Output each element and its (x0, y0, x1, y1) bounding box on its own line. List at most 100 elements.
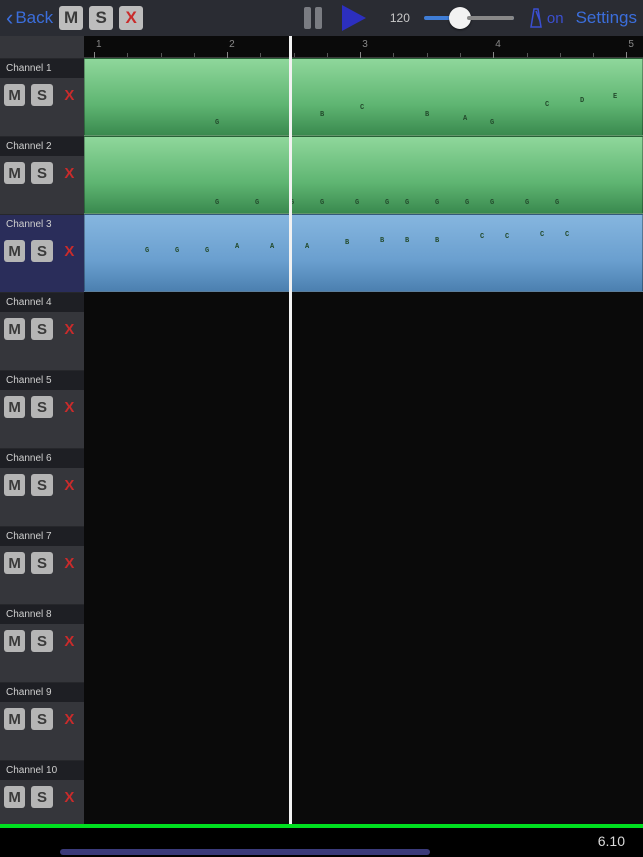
channel-label: Channel 9 (0, 683, 84, 702)
global-solo-button[interactable]: S (89, 6, 113, 30)
note: G (215, 199, 219, 207)
note: B (380, 237, 384, 245)
channel-1[interactable]: Channel 1 MSX (0, 58, 84, 136)
channel-mute-button[interactable]: M (4, 318, 25, 340)
channel-mute-button[interactable]: M (4, 396, 25, 418)
channel-mute-button[interactable]: M (4, 708, 25, 730)
channel-mute-button[interactable]: M (4, 162, 25, 184)
clip[interactable]: GBCBAGCDE (84, 58, 643, 136)
note: G (555, 199, 559, 207)
back-button[interactable]: ‹ Back (6, 7, 53, 29)
play-button[interactable] (342, 5, 366, 31)
note: E (613, 93, 617, 101)
channel-3[interactable]: Channel 3 MSX (0, 214, 84, 292)
channel-solo-button[interactable]: S (31, 708, 52, 730)
tempo-slider[interactable] (424, 16, 514, 20)
channel-label: Channel 6 (0, 449, 84, 468)
note: B (425, 111, 429, 119)
global-delete-button[interactable]: X (119, 6, 143, 30)
channel-2[interactable]: Channel 2 MSX (0, 136, 84, 214)
note: G (490, 119, 494, 127)
note: C (480, 233, 484, 241)
channel-9[interactable]: Channel 9 MSX (0, 682, 84, 760)
channel-label: Channel 8 (0, 605, 84, 624)
global-mute-button[interactable]: M (59, 6, 83, 30)
note: G (385, 199, 389, 207)
horizontal-scrollbar[interactable] (60, 849, 430, 855)
clip[interactable]: GGGGGGGGGGGG (84, 136, 643, 214)
metronome-icon (528, 7, 544, 29)
channel-label: Channel 2 (0, 137, 84, 156)
channel-delete-button[interactable]: X (59, 318, 80, 340)
channel-solo-button[interactable]: S (31, 552, 52, 574)
channel-delete-button[interactable]: X (59, 708, 80, 730)
note: G (175, 247, 179, 255)
channel-mute-button[interactable]: M (4, 630, 25, 652)
note: G (255, 199, 259, 207)
channel-delete-button[interactable]: X (59, 552, 80, 574)
slider-thumb[interactable] (449, 7, 471, 29)
channel-sidebar: Channel 1MSXChannel 2MSXChannel 3MSXChan… (0, 36, 84, 824)
channel-delete-button[interactable]: X (59, 162, 80, 184)
channel-label: Channel 7 (0, 527, 84, 546)
channel-label: Channel 5 (0, 371, 84, 390)
channel-label: Channel 1 (0, 59, 84, 78)
metronome-toggle[interactable]: on (528, 7, 564, 29)
channel-label: Channel 3 (0, 215, 84, 234)
bottom-bar: 6.10 (0, 824, 643, 857)
note: C (540, 231, 544, 239)
metronome-state: on (547, 10, 564, 27)
note: C (565, 231, 569, 239)
channel-mute-button[interactable]: M (4, 552, 25, 574)
note: C (505, 233, 509, 241)
note: B (405, 237, 409, 245)
channel-mute-button[interactable]: M (4, 84, 25, 106)
note: A (270, 243, 274, 251)
channel-solo-button[interactable]: S (31, 240, 52, 262)
note: G (490, 199, 494, 207)
channel-6[interactable]: Channel 6 MSX (0, 448, 84, 526)
note: B (345, 239, 349, 247)
channel-delete-button[interactable]: X (59, 396, 80, 418)
channel-delete-button[interactable]: X (59, 474, 80, 496)
note: A (235, 243, 239, 251)
version-label: 6.10 (598, 833, 625, 849)
settings-button[interactable]: Settings (576, 8, 637, 28)
chevron-left-icon: ‹ (6, 7, 13, 29)
progress-bar[interactable] (0, 824, 643, 828)
track-row-2[interactable]: GGGGGGGGGGGG (84, 136, 643, 214)
channel-delete-button[interactable]: X (59, 84, 80, 106)
channel-solo-button[interactable]: S (31, 318, 52, 340)
timeline-ruler[interactable]: 12345 (84, 36, 643, 58)
channel-solo-button[interactable]: S (31, 630, 52, 652)
note: G (215, 119, 219, 127)
channel-delete-button[interactable]: X (59, 630, 80, 652)
track-row-3[interactable]: GGGAAABBBBCCCC (84, 214, 643, 292)
pause-button[interactable] (304, 7, 322, 29)
channel-mute-button[interactable]: M (4, 474, 25, 496)
track-row-1[interactable]: GBCBAGCDE (84, 58, 643, 136)
channel-mute-button[interactable]: M (4, 786, 25, 808)
channel-delete-button[interactable]: X (59, 240, 80, 262)
channel-5[interactable]: Channel 5 MSX (0, 370, 84, 448)
note: G (355, 199, 359, 207)
channel-solo-button[interactable]: S (31, 84, 52, 106)
track-area[interactable]: 12345 GBCBAGCDEGGGGGGGGGGGGGGGAAABBBBCCC… (84, 36, 643, 824)
tempo-value[interactable]: 120 (390, 11, 410, 25)
channel-solo-button[interactable]: S (31, 474, 52, 496)
note: A (463, 115, 467, 123)
channel-7[interactable]: Channel 7 MSX (0, 526, 84, 604)
top-toolbar: ‹ Back M S X 120 on Settings (0, 0, 643, 36)
channel-solo-button[interactable]: S (31, 162, 52, 184)
note: G (205, 247, 209, 255)
channel-8[interactable]: Channel 8 MSX (0, 604, 84, 682)
channel-delete-button[interactable]: X (59, 786, 80, 808)
channel-mute-button[interactable]: M (4, 240, 25, 262)
back-label: Back (15, 8, 53, 28)
clip[interactable]: GGGAAABBBBCCCC (84, 214, 643, 292)
note: A (305, 243, 309, 251)
main-area: Channel 1MSXChannel 2MSXChannel 3MSXChan… (0, 36, 643, 824)
channel-4[interactable]: Channel 4MSX (0, 292, 84, 370)
channel-solo-button[interactable]: S (31, 396, 52, 418)
channel-solo-button[interactable]: S (31, 786, 52, 808)
